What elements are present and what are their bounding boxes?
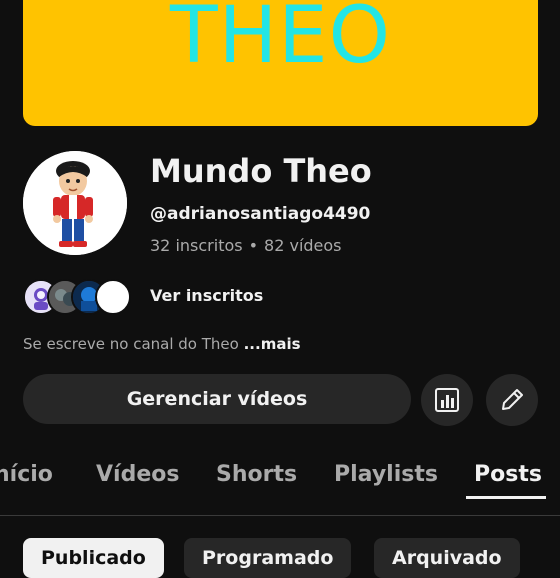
channel-description[interactable]: Se escreve no canal do Theo ...mais: [23, 335, 301, 353]
tab-inicio[interactable]: nício: [0, 462, 53, 487]
channel-banner: THEO: [23, 0, 538, 126]
channel-name: Mundo Theo: [150, 152, 372, 190]
tab-posts[interactable]: Posts: [474, 462, 542, 487]
banner-text: THEO: [170, 0, 391, 81]
pencil-icon: [502, 389, 523, 410]
tab-shorts[interactable]: Shorts: [216, 462, 297, 487]
subscriber-count: 32 inscritos: [150, 236, 243, 255]
description-text: Se escreve no canal do Theo: [23, 335, 239, 353]
tabs-divider: [0, 515, 560, 516]
subscriber-avatar: [95, 279, 131, 315]
stats-separator: •: [248, 236, 259, 255]
tab-playlists[interactable]: Playlists: [334, 462, 438, 487]
channel-stats: 32 inscritos • 82 vídeos: [150, 236, 342, 255]
channel-tabs: nício Vídeos Shorts Playlists Posts: [0, 462, 560, 504]
chip-scheduled[interactable]: Programado: [184, 538, 352, 578]
more-link[interactable]: ...mais: [244, 335, 301, 353]
video-count: 82 vídeos: [264, 236, 342, 255]
active-tab-indicator: [466, 496, 546, 499]
see-subscribers-link[interactable]: Ver inscritos: [150, 286, 263, 305]
chip-archived[interactable]: Arquivado: [374, 538, 520, 578]
edit-channel-button[interactable]: [486, 374, 538, 426]
analytics-icon: [435, 388, 459, 412]
tab-videos[interactable]: Vídeos: [96, 462, 179, 487]
manage-videos-button[interactable]: Gerenciar vídeos: [23, 374, 411, 424]
chip-published[interactable]: Publicado: [23, 538, 164, 578]
analytics-button[interactable]: [421, 374, 473, 426]
channel-handle: @adrianosantiago4490: [150, 204, 371, 224]
cartoon-boy-avatar-image: [23, 151, 127, 255]
channel-avatar[interactable]: [23, 151, 127, 255]
